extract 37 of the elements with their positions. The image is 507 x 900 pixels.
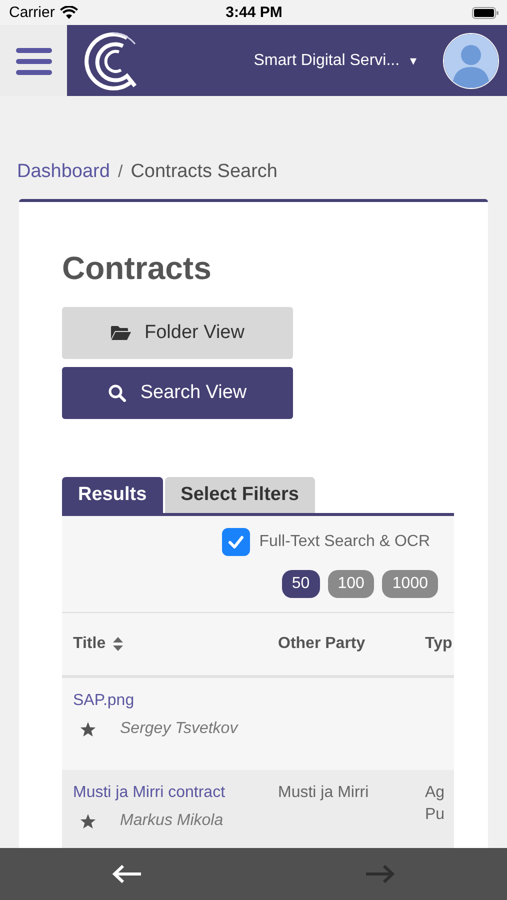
avatar-icon[interactable] [443,32,499,88]
menu-button[interactable] [0,25,67,96]
wifi-icon [60,6,78,19]
view-button[interactable]: Search View [62,367,293,419]
contract-link[interactable]: Musti ja Mirri contract [73,782,226,804]
checkbox[interactable] [222,528,250,556]
page-size-button[interactable]: 50 [282,570,320,598]
table-cell-text: Pu [425,805,446,825]
view-button[interactable]: Folder View [62,307,293,359]
forward-arrow-icon [365,864,396,884]
contract-link[interactable]: SAP.png [73,690,134,712]
column-header: Typ [425,635,454,653]
owner-name: Markus Mikola [120,811,224,831]
account-dropdown[interactable]: Smart Digital Servi... ▾ [248,50,423,70]
table-cell: Musti ja Mirri [278,784,369,801]
breadcrumb-current: Contracts Search [130,161,278,183]
search-icon [108,384,126,402]
menu-icon [16,46,52,76]
tab[interactable]: Results [62,477,163,513]
battery-icon [472,6,499,18]
breadcrumb-link[interactable]: Dashboard [17,161,110,183]
clock-time: 3:44 PM [226,4,282,21]
folder-icon [110,325,130,341]
column-header[interactable]: Title [73,635,106,653]
page-title: Contracts [62,250,212,287]
tab[interactable]: Select Filters [164,477,315,513]
breadcrumb-separator: / [118,162,123,182]
logo-icon [83,30,139,92]
star-icon[interactable] [80,814,96,828]
star-icon[interactable] [80,722,96,736]
owner-name: Sergey Tsvetkov [120,719,238,739]
table-cell-text: Ag [425,783,446,803]
column-header: Other Party [278,635,366,652]
checkbox-label: Full-Text Search & OCR [259,533,430,551]
back-arrow-icon [112,864,142,884]
sort-icon[interactable] [112,637,123,651]
carrier-name: Carrier [9,4,55,21]
